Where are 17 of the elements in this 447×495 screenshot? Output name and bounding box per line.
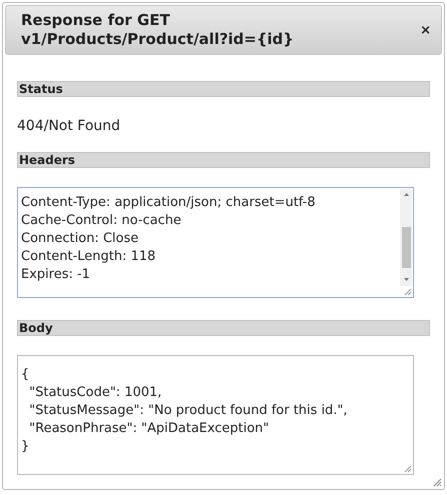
scrollbar-thumb[interactable] xyxy=(402,227,410,268)
scrollbar[interactable] xyxy=(400,189,412,286)
text-area[interactable]: Content-Type: application/json; charset=utf-8 Cache-Control: no-cache Connection: Close Content-Length: 118 Expires: -1 xyxy=(17,187,414,298)
dialog-title: Response for GET v1/Products/Product/all?id={id} xyxy=(21,11,295,49)
section-header: Body xyxy=(17,320,430,336)
status-text: 404/Not Found xyxy=(17,117,120,135)
text-area[interactable]: { "StatusCode": 1001, "StatusMessage": "No product found for this id.", "ReasonPhrase": "ApiDataException" } xyxy=(17,355,414,475)
scroll-down-arrow-icon[interactable] xyxy=(404,278,408,281)
text-area-content: { "StatusCode": 1001, "StatusMessage": "No product found for this id.", "ReasonPhrase": "ApiDataException" } xyxy=(20,366,348,456)
text-area-content: Content-Type: application/json; charset=utf-8 Cache-Control: no-cache Connection: Close Content-Length: 118 Expires: -1 xyxy=(20,194,316,284)
resize-grip-icon[interactable] xyxy=(404,288,412,296)
section-header: Status xyxy=(17,81,430,97)
resize-grip-icon[interactable] xyxy=(404,465,412,473)
section-header: Headers xyxy=(17,152,430,168)
close-button[interactable]: × xyxy=(420,24,431,36)
resize-grip-icon[interactable] xyxy=(433,478,442,487)
scroll-up-arrow-icon[interactable] xyxy=(404,193,408,196)
